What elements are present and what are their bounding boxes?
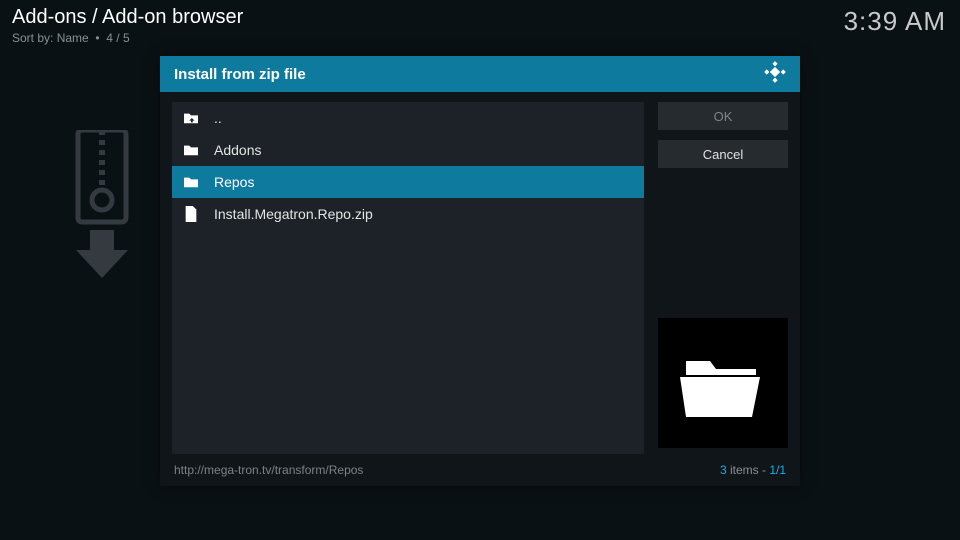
ok-button[interactable]: OK — [658, 102, 788, 130]
list-item-label: Addons — [214, 142, 261, 158]
dialog-body: .. Addons Repos Install.Megatron.Repo.zi… — [160, 92, 800, 454]
kodi-logo-icon — [764, 61, 786, 87]
sort-pos: 4 / 5 — [106, 31, 129, 45]
list-item[interactable]: Repos — [172, 166, 644, 198]
clock: 3:39 AM — [844, 6, 946, 37]
file-icon — [182, 206, 200, 222]
folder-open-icon — [680, 347, 766, 419]
dialog-footer: http://mega-tron.tv/transform/Repos 3 it… — [160, 454, 800, 486]
item-count: 3 items - 1/1 — [720, 463, 786, 477]
cancel-button[interactable]: Cancel — [658, 140, 788, 168]
page-indicator: 1/1 — [769, 463, 786, 477]
page-header: Add-ons / Add-on browser Sort by: Name •… — [12, 6, 243, 45]
sort-label: Sort by: — [12, 31, 53, 45]
dialog-side-pane: OK Cancel — [658, 102, 788, 454]
install-from-zip-dialog: Install from zip file .. Addons — [160, 56, 800, 486]
folder-icon — [182, 175, 200, 189]
list-item-label: Install.Megatron.Repo.zip — [214, 206, 373, 222]
list-item[interactable]: .. — [172, 102, 644, 134]
dialog-title: Install from zip file — [174, 66, 306, 83]
folder-up-icon — [182, 111, 200, 125]
list-item[interactable]: Install.Megatron.Repo.zip — [172, 198, 644, 230]
sort-line: Sort by: Name • 4 / 5 — [12, 31, 243, 45]
count-label: items - — [727, 463, 770, 477]
sort-value: Name — [57, 31, 89, 45]
list-item[interactable]: Addons — [172, 134, 644, 166]
current-path: http://mega-tron.tv/transform/Repos — [174, 463, 363, 477]
dialog-titlebar: Install from zip file — [160, 56, 800, 92]
zip-download-icon — [70, 130, 160, 250]
list-item-label: .. — [214, 110, 222, 126]
sort-sep: • — [95, 31, 99, 45]
file-list[interactable]: .. Addons Repos Install.Megatron.Repo.zi… — [172, 102, 644, 454]
list-item-label: Repos — [214, 174, 254, 190]
folder-icon — [182, 143, 200, 157]
preview-box — [658, 318, 788, 448]
count-number: 3 — [720, 463, 727, 477]
breadcrumb: Add-ons / Add-on browser — [12, 6, 243, 29]
